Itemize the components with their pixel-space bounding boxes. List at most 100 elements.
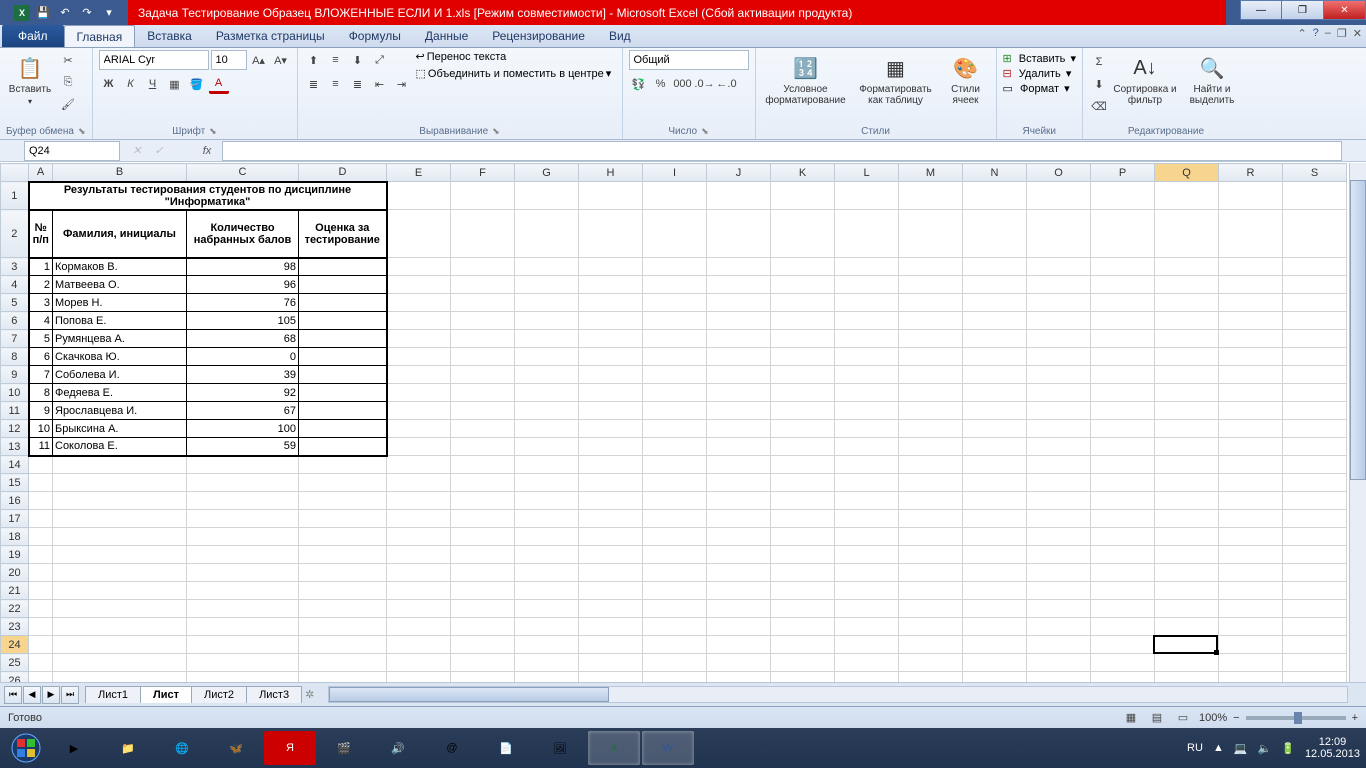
format-as-table-button[interactable]: ▦Форматировать как таблицу: [854, 50, 938, 106]
cell[interactable]: [387, 182, 451, 210]
cell[interactable]: [387, 528, 451, 546]
cell[interactable]: 2: [29, 276, 53, 294]
column-header[interactable]: H: [579, 164, 643, 182]
cell[interactable]: [579, 600, 643, 618]
cell[interactable]: [1219, 582, 1283, 600]
cell[interactable]: [1091, 402, 1155, 420]
cell[interactable]: [1155, 258, 1219, 276]
cell[interactable]: [963, 402, 1027, 420]
cell[interactable]: [1219, 182, 1283, 210]
cell[interactable]: [707, 312, 771, 330]
cell[interactable]: [451, 636, 515, 654]
cell[interactable]: [387, 582, 451, 600]
cell[interactable]: [643, 366, 707, 384]
cell[interactable]: [707, 420, 771, 438]
cell[interactable]: [1091, 510, 1155, 528]
cell[interactable]: [387, 384, 451, 402]
cell[interactable]: [579, 348, 643, 366]
zoom-level[interactable]: 100%: [1199, 712, 1227, 724]
grow-font-icon[interactable]: A▴: [249, 50, 269, 70]
cell[interactable]: [53, 672, 187, 683]
cell[interactable]: 76: [187, 294, 299, 312]
cell[interactable]: [579, 582, 643, 600]
cell[interactable]: [963, 330, 1027, 348]
cell[interactable]: [1027, 402, 1091, 420]
cell[interactable]: [451, 438, 515, 456]
cell[interactable]: [1219, 456, 1283, 474]
cell[interactable]: [707, 330, 771, 348]
tab-view[interactable]: Вид: [597, 25, 643, 47]
cell[interactable]: [771, 258, 835, 276]
cell[interactable]: [707, 564, 771, 582]
cell[interactable]: [1155, 210, 1219, 258]
qat-dropdown-icon[interactable]: ▾: [100, 4, 118, 22]
cell[interactable]: [515, 456, 579, 474]
cell[interactable]: 67: [187, 402, 299, 420]
cell[interactable]: [1283, 402, 1347, 420]
cell[interactable]: [451, 546, 515, 564]
cell[interactable]: [451, 312, 515, 330]
cell[interactable]: [451, 366, 515, 384]
cell[interactable]: Соболева И.: [53, 366, 187, 384]
undo-icon[interactable]: ↶: [56, 4, 74, 22]
tab-home[interactable]: Главная: [64, 25, 136, 47]
cell[interactable]: [1155, 402, 1219, 420]
cell[interactable]: [515, 330, 579, 348]
borders-icon[interactable]: ▦: [165, 74, 185, 94]
cell[interactable]: [707, 366, 771, 384]
cell[interactable]: [1091, 182, 1155, 210]
zoom-out-icon[interactable]: −: [1233, 712, 1239, 724]
cell[interactable]: [835, 618, 899, 636]
cell[interactable]: [1155, 582, 1219, 600]
cell[interactable]: [299, 618, 387, 636]
cell[interactable]: [1091, 600, 1155, 618]
cell[interactable]: [899, 456, 963, 474]
cell[interactable]: [1027, 672, 1091, 683]
cell[interactable]: [53, 582, 187, 600]
cell[interactable]: [771, 600, 835, 618]
cell[interactable]: [515, 210, 579, 258]
sheet-nav-first-icon[interactable]: ⏮: [4, 686, 22, 704]
cell[interactable]: [771, 618, 835, 636]
cell[interactable]: [579, 330, 643, 348]
cell[interactable]: [1155, 546, 1219, 564]
cell[interactable]: [515, 294, 579, 312]
cell[interactable]: [707, 600, 771, 618]
cell[interactable]: 105: [187, 312, 299, 330]
cell[interactable]: [451, 402, 515, 420]
cell[interactable]: [299, 402, 387, 420]
cell[interactable]: [963, 654, 1027, 672]
cell[interactable]: [835, 258, 899, 276]
cell[interactable]: [299, 474, 387, 492]
cell[interactable]: [1091, 258, 1155, 276]
column-header[interactable]: Q: [1155, 164, 1219, 182]
cell[interactable]: [899, 438, 963, 456]
column-header[interactable]: N: [963, 164, 1027, 182]
cell[interactable]: [1155, 600, 1219, 618]
cell[interactable]: [515, 492, 579, 510]
cell[interactable]: 98: [187, 258, 299, 276]
cell[interactable]: [835, 402, 899, 420]
cell[interactable]: [1219, 438, 1283, 456]
paste-dropdown-icon[interactable]: ▾: [28, 97, 32, 106]
cell[interactable]: [1283, 564, 1347, 582]
cell[interactable]: [643, 474, 707, 492]
font-color-icon[interactable]: A: [209, 74, 229, 94]
cell[interactable]: [579, 672, 643, 683]
cell[interactable]: [1283, 492, 1347, 510]
conditional-formatting-button[interactable]: 🔢Условное форматирование: [762, 50, 850, 106]
column-header[interactable]: S: [1283, 164, 1347, 182]
cut-icon[interactable]: ✂: [58, 50, 78, 70]
horizontal-scrollbar[interactable]: [328, 686, 1348, 703]
cell[interactable]: [29, 456, 53, 474]
cell[interactable]: [579, 182, 643, 210]
cell[interactable]: [1091, 618, 1155, 636]
row-header[interactable]: 18: [1, 528, 29, 546]
cell[interactable]: [707, 294, 771, 312]
row-header[interactable]: 15: [1, 474, 29, 492]
cell[interactable]: [707, 474, 771, 492]
cell[interactable]: [515, 312, 579, 330]
cell[interactable]: [29, 600, 53, 618]
cell[interactable]: [1155, 276, 1219, 294]
enter-formula-icon[interactable]: ✓: [148, 141, 170, 161]
